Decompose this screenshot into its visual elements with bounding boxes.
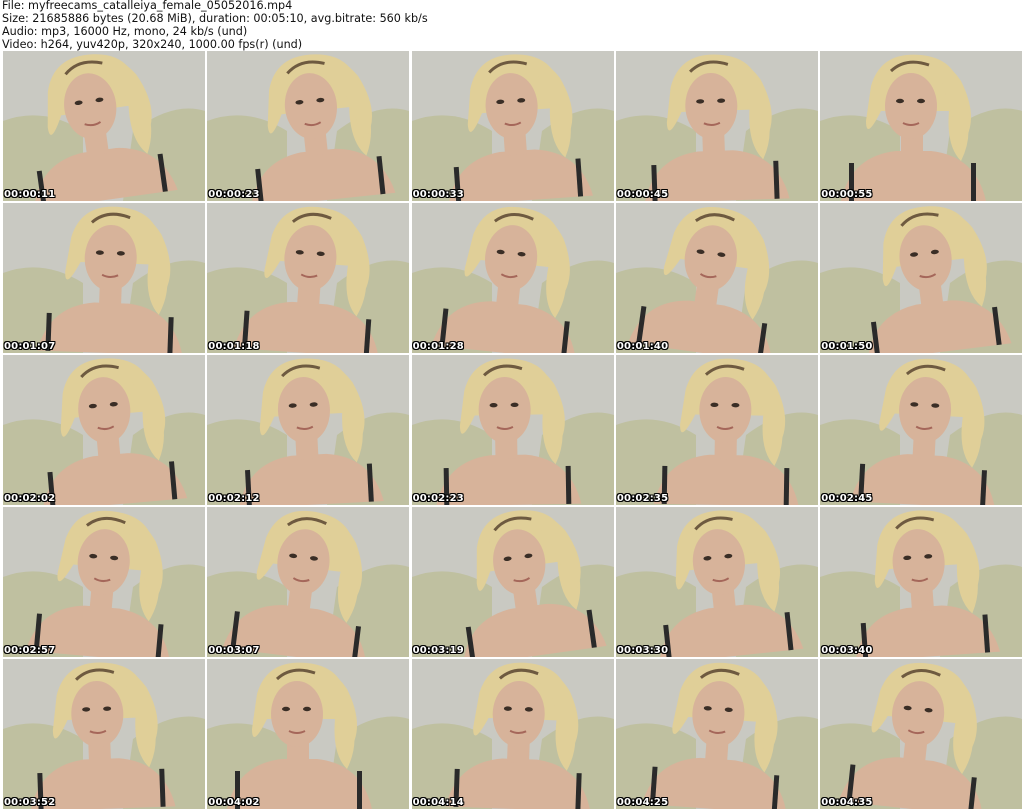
webcam-frame-image [411, 507, 614, 657]
video-thumbnail: 00:02:45 [820, 355, 1023, 505]
webcam-frame-image [3, 203, 205, 353]
webcam-frame-image [411, 203, 614, 353]
video-info-header: File: myfreecams_catalleiya_female_05052… [2, 0, 428, 52]
thumbnail-timestamp: 00:03:19 [412, 645, 464, 656]
audio-info-line: Audio: mp3, 16000 Hz, mono, 24 kb/s (und… [2, 24, 248, 38]
video-thumbnail: 00:02:23 [411, 355, 614, 505]
webcam-frame-image [615, 203, 818, 353]
thumbnail-timestamp: 00:02:23 [412, 493, 464, 504]
webcam-frame-image [820, 659, 1023, 809]
video-thumbnail: 00:00:23 [207, 51, 410, 201]
video-thumbnail: 00:02:35 [615, 355, 818, 505]
video-thumbnail: 00:03:30 [615, 507, 818, 657]
thumbnail-timestamp: 00:03:30 [616, 645, 669, 656]
video-thumbnail: 00:00:45 [615, 51, 818, 201]
thumbnail-timestamp: 00:02:45 [821, 493, 873, 504]
video-thumbnail: 00:04:25 [615, 659, 818, 809]
file-name-line: File: myfreecams_catalleiya_female_05052… [2, 0, 293, 12]
thumbnail-timestamp: 00:00:33 [412, 189, 464, 200]
webcam-frame-image [207, 51, 410, 201]
webcam-frame-image [207, 203, 410, 353]
webcam-frame-image [820, 51, 1023, 201]
thumbnail-timestamp: 00:00:45 [616, 189, 669, 200]
video-thumbnail: 00:03:07 [207, 507, 410, 657]
thumbnail-timestamp: 00:01:28 [412, 341, 464, 352]
thumbnail-timestamp: 00:03:40 [821, 645, 873, 656]
webcam-frame-image [3, 507, 205, 657]
webcam-frame-image [411, 51, 614, 201]
thumbnail-timestamp: 00:04:14 [412, 797, 464, 808]
thumbnail-timestamp: 00:00:23 [208, 189, 260, 200]
thumbnail-timestamp: 00:00:11 [4, 189, 56, 200]
thumbnail-timestamp: 00:02:35 [616, 493, 669, 504]
video-info-line: Video: h264, yuv420p, 320x240, 1000.00 f… [2, 37, 303, 51]
video-thumbnail: 00:00:55 [820, 51, 1023, 201]
webcam-frame-image [820, 203, 1023, 353]
file-size-line: Size: 21685886 bytes (20.68 MiB), durati… [2, 11, 428, 25]
thumbnail-timestamp: 00:00:55 [821, 189, 873, 200]
webcam-frame-image [207, 355, 410, 505]
video-thumbnail: 00:04:02 [207, 659, 410, 809]
thumbnail-timestamp: 00:01:40 [616, 341, 669, 352]
video-thumbnail: 00:04:35 [820, 659, 1023, 809]
thumbnail-grid: 00:00:11 00:00:23 00:00:33 00:00:45 00:00:55… [3, 51, 1023, 811]
webcam-frame-image [615, 659, 818, 809]
video-thumbnail: 00:01:50 [820, 203, 1023, 353]
video-thumbnail: 00:00:11 [3, 51, 205, 201]
thumbnail-timestamp: 00:02:57 [4, 645, 56, 656]
thumbnail-timestamp: 00:02:02 [4, 493, 56, 504]
video-thumbnail: 00:01:18 [207, 203, 410, 353]
video-thumbnail: 00:02:02 [3, 355, 205, 505]
webcam-frame-image [615, 355, 818, 505]
video-thumbnail: 00:01:07 [3, 203, 205, 353]
video-thumbnail: 00:02:57 [3, 507, 205, 657]
thumbnail-timestamp: 00:01:18 [208, 341, 260, 352]
video-thumbnail: 00:00:33 [411, 51, 614, 201]
webcam-frame-image [3, 355, 205, 505]
thumbnail-timestamp: 00:04:25 [616, 797, 669, 808]
thumbnail-timestamp: 00:03:07 [208, 645, 260, 656]
webcam-frame-image [615, 51, 818, 201]
webcam-frame-image [820, 355, 1023, 505]
webcam-frame-image [3, 51, 205, 201]
webcam-frame-image [820, 507, 1023, 657]
webcam-frame-image [615, 507, 818, 657]
thumbnail-timestamp: 00:01:50 [821, 341, 873, 352]
thumbnail-timestamp: 00:04:02 [208, 797, 260, 808]
webcam-frame-image [3, 659, 205, 809]
video-thumbnail: 00:02:12 [207, 355, 410, 505]
video-thumbnail: 00:03:40 [820, 507, 1023, 657]
video-thumbnail: 00:01:40 [615, 203, 818, 353]
thumbnail-timestamp: 00:03:52 [4, 797, 56, 808]
thumbnail-timestamp: 00:02:12 [208, 493, 260, 504]
thumbnail-timestamp: 00:04:35 [821, 797, 873, 808]
thumbnail-timestamp: 00:01:07 [4, 341, 56, 352]
video-thumbnail: 00:04:14 [411, 659, 614, 809]
webcam-frame-image [207, 507, 410, 657]
video-thumbnail: 00:03:19 [411, 507, 614, 657]
webcam-frame-image [207, 659, 410, 809]
webcam-frame-image [411, 355, 614, 505]
video-thumbnail: 00:01:28 [411, 203, 614, 353]
video-thumbnail: 00:03:52 [3, 659, 205, 809]
webcam-frame-image [411, 659, 614, 809]
